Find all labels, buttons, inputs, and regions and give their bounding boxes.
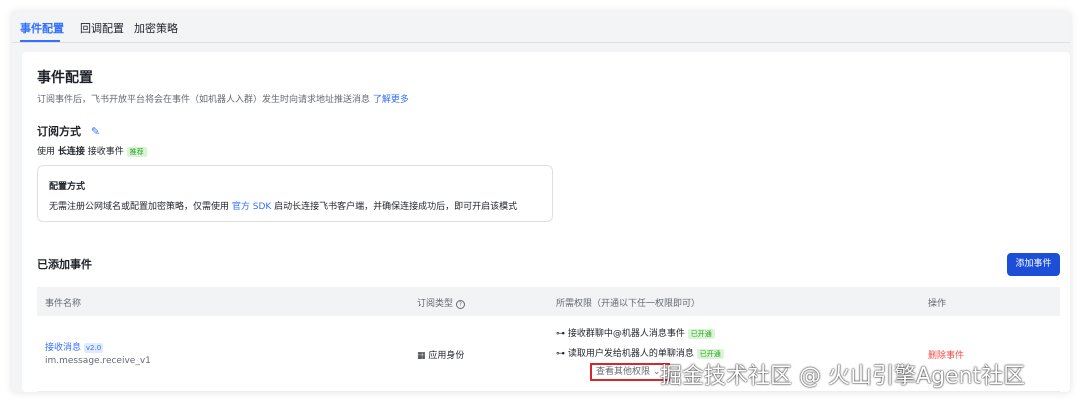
col-event-name: 事件名称 bbox=[45, 299, 82, 309]
config-text-before: 无需注册公网域名或配置加密策略，仅需使用 bbox=[49, 202, 230, 212]
page-title: 事件配置 bbox=[37, 70, 93, 86]
tab-callback-config[interactable]: 回调配置 bbox=[80, 20, 124, 36]
subscribe-mode: 使用 长连接 接收事件 推荐 bbox=[37, 144, 147, 157]
config-method-box: 配置方式 无需注册公网域名或配置加密策略，仅需使用 官方 SDK 启动长连接飞书… bbox=[37, 165, 553, 222]
key-icon: ⊶ bbox=[556, 329, 565, 339]
add-event-button[interactable]: 添加事件 bbox=[1007, 253, 1060, 276]
learn-more-link[interactable]: 了解更多 bbox=[373, 95, 409, 105]
mode-text: 长连接 bbox=[57, 147, 85, 157]
description-text: 订阅事件后，飞书开放平台将会在事件（如机器人入群）发生时向请求地址推送消息 bbox=[37, 95, 371, 105]
subscribe-heading: 订阅方式 ✎ bbox=[37, 123, 100, 139]
key-icon: ⊶ bbox=[556, 349, 565, 359]
table-header: 事件名称 订阅类型 ? 所需权限（开通以下任一权限即可） 操作 bbox=[37, 287, 1060, 316]
description: 订阅事件后，飞书开放平台将会在事件（如机器人入群）发生时向请求地址推送消息 了解… bbox=[37, 92, 409, 105]
config-title: 配置方式 bbox=[49, 182, 86, 192]
permission-label: 接收群聊中@机器人消息事件 bbox=[567, 329, 685, 339]
added-events-heading: 已添加事件 bbox=[37, 258, 92, 271]
recommend-badge: 推荐 bbox=[126, 147, 147, 157]
col-permissions: 所需权限（开通以下任一权限即可） bbox=[556, 299, 701, 309]
subscribe-type-text: 应用身份 bbox=[428, 351, 465, 361]
version-badge: v2.0 bbox=[83, 343, 104, 353]
event-config-card: 事件配置 订阅事件后，飞书开放平台将会在事件（如机器人入群）发生时向请求地址推送… bbox=[22, 52, 1070, 392]
receive-text: 接收事件 bbox=[87, 147, 124, 157]
help-icon[interactable]: ? bbox=[455, 300, 465, 309]
sdk-link[interactable]: 官方 SDK bbox=[232, 202, 271, 212]
active-tab-indicator bbox=[20, 40, 60, 42]
col-subscribe-type: 订阅类型 ? bbox=[417, 296, 465, 309]
col-subscribe-type-label: 订阅类型 bbox=[417, 299, 454, 309]
edit-icon[interactable]: ✎ bbox=[91, 125, 100, 138]
permission-item: ⊶ 接收群聊中@机器人消息事件 已开通 bbox=[556, 326, 715, 339]
permission-status: 已开通 bbox=[687, 329, 715, 339]
config-text-after: 启动长连接飞书客户端，并确保连接成功后，即可开启该模式 bbox=[274, 202, 518, 212]
view-more-permissions-button[interactable]: 查看其他权限 ⌄ bbox=[590, 363, 670, 381]
event-name: 接收消息 v2.0 bbox=[45, 340, 104, 353]
watermark: 掘金技术社区 @ 火山引擎Agent社区 bbox=[660, 364, 1026, 389]
view-more-label: 查看其他权限 bbox=[596, 367, 651, 377]
tab-bar: 事件配置 回调配置 加密策略 bbox=[12, 12, 1070, 43]
config-text: 无需注册公网域名或配置加密策略，仅需使用 官方 SDK 启动长连接飞书客户端，并… bbox=[49, 199, 517, 212]
event-key: im.message.receive_v1 bbox=[45, 356, 151, 366]
tab-event-config[interactable]: 事件配置 bbox=[20, 20, 64, 36]
col-actions: 操作 bbox=[928, 299, 947, 309]
subscribe-type: ▦ 应用身份 bbox=[417, 348, 464, 361]
grid-icon: ▦ bbox=[417, 351, 426, 361]
event-name-link[interactable]: 接收消息 bbox=[45, 343, 81, 353]
tab-encryption[interactable]: 加密策略 bbox=[134, 20, 178, 36]
subscribe-label: 订阅方式 bbox=[37, 125, 81, 138]
app-frame: 事件配置 回调配置 加密策略 事件配置 订阅事件后，飞书开放平台将会在事件（如机… bbox=[12, 12, 1070, 392]
use-text: 使用 bbox=[37, 147, 56, 157]
